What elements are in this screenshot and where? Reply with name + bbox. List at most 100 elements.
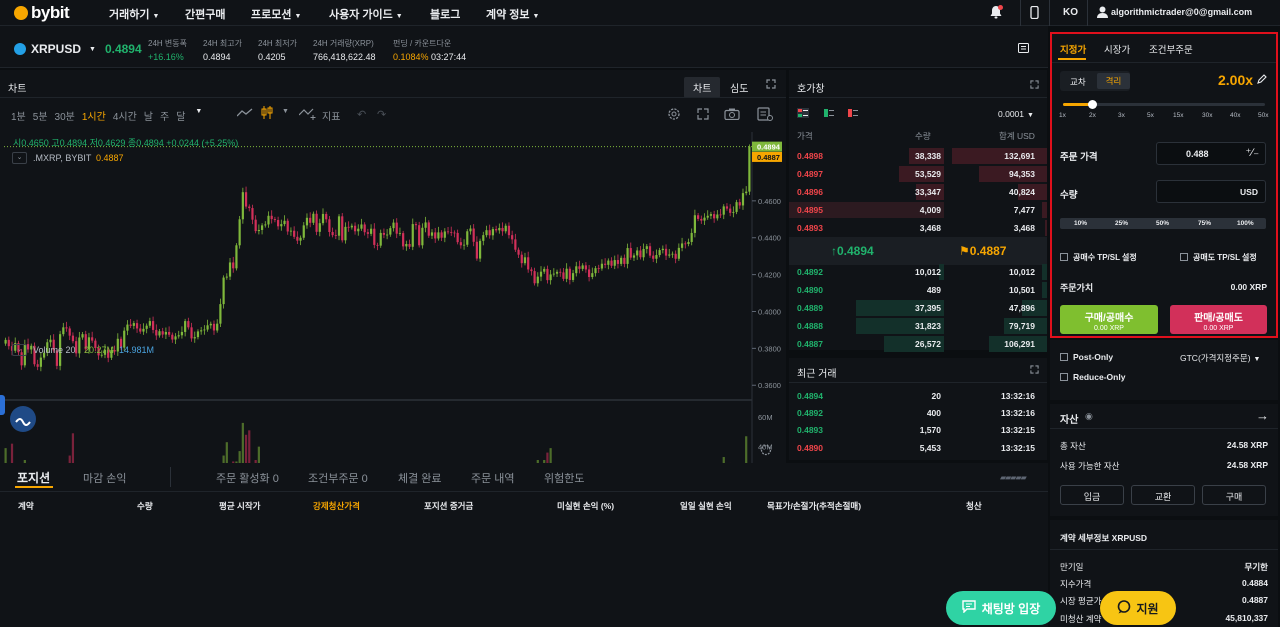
- sell-short-button[interactable]: 판매/공매도 0.00 XRP: [1170, 305, 1267, 334]
- eye-icon[interactable]: ◉: [1085, 411, 1093, 422]
- percent-25[interactable]: 25%: [1115, 220, 1128, 227]
- margin-cross[interactable]: 교차: [1070, 76, 1086, 88]
- view-both-sides-icon[interactable]: [797, 108, 809, 118]
- mobile-phone-icon[interactable]: [1030, 5, 1039, 22]
- bid-row[interactable]: 0.4892 10,012 10,012: [789, 263, 1047, 281]
- fullscreen-icon[interactable]: [697, 108, 709, 123]
- price-input[interactable]: 0.488 ⁺∕₋: [1156, 142, 1266, 165]
- leverage-value[interactable]: 2.00x: [1218, 72, 1253, 88]
- tab-limit[interactable]: 지정가: [1060, 42, 1086, 56]
- bid-row[interactable]: 0.4890 489 10,501: [789, 281, 1047, 299]
- indicator-icon[interactable]: [298, 107, 317, 123]
- interval-1m[interactable]: 1분: [11, 108, 26, 123]
- collapse-volume-button[interactable]: ⌄: [12, 344, 27, 356]
- user-account-icon[interactable]: [1097, 6, 1108, 21]
- tpsl-long-checkbox[interactable]: 공매수 TP/SL 설정: [1060, 252, 1137, 263]
- ask-row[interactable]: 0.4897 53,529 94,353: [789, 165, 1047, 183]
- percent-75[interactable]: 75%: [1198, 220, 1211, 227]
- lev-mark[interactable]: 40x: [1230, 112, 1240, 119]
- redo-icon[interactable]: ↷: [377, 108, 386, 121]
- price-chart[interactable]: 0.36000.38000.40000.42000.44000.460020M4…: [0, 132, 786, 463]
- interval-day[interactable]: 날: [144, 108, 153, 123]
- ask-row[interactable]: 0.4895 4,009 7,477: [789, 201, 1047, 219]
- tradingview-logo[interactable]: [10, 406, 36, 432]
- indicator-button[interactable]: 지표: [322, 108, 340, 123]
- bid-row[interactable]: 0.4888 31,823 79,719: [789, 317, 1047, 335]
- precision-selector[interactable]: 0.0001 ▼: [998, 109, 1034, 119]
- chevron-down-icon[interactable]: ▼: [195, 108, 202, 123]
- lev-mark[interactable]: 3x: [1118, 112, 1125, 119]
- tpsl-short-checkbox[interactable]: 공매도 TP/SL 설정: [1180, 252, 1257, 263]
- tab-order-history[interactable]: 주문 내역: [471, 470, 515, 486]
- buy-crypto-button[interactable]: 구매: [1202, 485, 1266, 505]
- expand-icon[interactable]: [1030, 80, 1039, 92]
- candlestick-type-icon[interactable]: [260, 106, 274, 122]
- nav-contract-info[interactable]: 계약 정보 ▼: [486, 6, 539, 22]
- tab-chart[interactable]: 차트: [684, 77, 721, 98]
- tab-closed-pnl[interactable]: 마감 손익: [83, 470, 127, 486]
- lev-mark[interactable]: 1x: [1059, 112, 1066, 119]
- percent-100[interactable]: 100%: [1237, 220, 1254, 227]
- nav-easy-buy[interactable]: 간편구매: [185, 6, 225, 22]
- nav-user-guide[interactable]: 사용자 가이드 ▼: [329, 6, 403, 22]
- time-in-force-selector[interactable]: GTC(가격지정주문) ▼: [1180, 352, 1260, 364]
- tab-active-orders[interactable]: 주문 활성화 0: [216, 470, 279, 486]
- view-asks-only-icon[interactable]: [847, 108, 859, 121]
- buy-long-button[interactable]: 구매/공매수 0.00 XRP: [1060, 305, 1158, 334]
- deposit-button[interactable]: 입금: [1060, 485, 1124, 505]
- lev-mark[interactable]: 30x: [1202, 112, 1212, 119]
- edit-pencil-icon[interactable]: [1257, 74, 1267, 87]
- chevron-down-icon[interactable]: ▼: [282, 108, 289, 115]
- interval-1h[interactable]: 1시간: [82, 108, 106, 123]
- layout-settings-icon[interactable]: [1018, 43, 1029, 56]
- template-icon[interactable]: [757, 107, 773, 124]
- chat-room-button[interactable]: 채팅방 입장: [946, 591, 1056, 625]
- tab-depth[interactable]: 심도: [730, 80, 748, 95]
- interval-week[interactable]: 주: [160, 108, 169, 123]
- interval-month[interactable]: 달: [176, 108, 185, 123]
- lev-mark[interactable]: 2x: [1089, 112, 1096, 119]
- line-chart-type-icon[interactable]: [236, 108, 253, 121]
- camera-icon[interactable]: [724, 108, 740, 123]
- percent-10[interactable]: 10%: [1074, 220, 1087, 227]
- lev-mark[interactable]: 15x: [1173, 112, 1183, 119]
- price-adjust-icon[interactable]: ⁺∕₋: [1246, 146, 1259, 159]
- nav-trade[interactable]: 거래하기 ▼: [109, 6, 159, 22]
- drag-handle-icon[interactable]: ▰▰▰▰▰: [1000, 473, 1027, 482]
- percent-50[interactable]: 50%: [1156, 220, 1169, 227]
- qty-input[interactable]: USD: [1156, 180, 1266, 203]
- expand-icon[interactable]: [766, 79, 776, 92]
- reduce-only-checkbox[interactable]: Reduce-Only: [1060, 372, 1125, 382]
- collapse-indicator-button[interactable]: ⌄: [12, 152, 27, 164]
- tab-risk-limit[interactable]: 위험한도: [544, 470, 584, 486]
- exchange-button[interactable]: 교환: [1131, 485, 1195, 505]
- undo-icon[interactable]: ↶: [357, 108, 366, 121]
- arrow-right-icon[interactable]: →: [1256, 408, 1269, 423]
- interval-5m[interactable]: 5분: [33, 108, 48, 123]
- leverage-slider-handle[interactable]: [1088, 100, 1097, 109]
- bybit-logo[interactable]: bybit: [14, 3, 70, 23]
- ask-row[interactable]: 0.4896 33,347 40,824: [789, 183, 1047, 201]
- nav-blog[interactable]: 블로그: [430, 6, 460, 22]
- tab-market[interactable]: 시장가: [1104, 42, 1130, 56]
- notification-bell-icon[interactable]: [989, 5, 1003, 23]
- account-email[interactable]: algorithmictrader@0@gmail.com: [1111, 7, 1269, 17]
- nav-promotion[interactable]: 프로모션 ▼: [251, 6, 301, 22]
- lev-mark[interactable]: 50x: [1258, 112, 1268, 119]
- view-bids-only-icon[interactable]: [823, 108, 835, 121]
- bid-row[interactable]: 0.4889 37,395 47,896: [789, 299, 1047, 317]
- side-handle[interactable]: [0, 395, 5, 415]
- settings-gear-icon[interactable]: [667, 107, 681, 124]
- ask-row[interactable]: 0.4893 3,468 3,468: [789, 219, 1047, 237]
- lev-mark[interactable]: 5x: [1147, 112, 1154, 119]
- tab-conditional[interactable]: 조건부주문: [1149, 42, 1193, 56]
- tab-positions[interactable]: 포지션: [17, 469, 50, 486]
- interval-30m[interactable]: 30분: [55, 108, 75, 123]
- chart-settings-gear-icon[interactable]: [760, 444, 772, 459]
- language-selector[interactable]: KO: [1063, 7, 1078, 18]
- ask-row[interactable]: 0.4898 38,338 132,691: [789, 147, 1047, 165]
- tab-filled[interactable]: 체결 완료: [398, 470, 442, 486]
- tab-conditional-orders[interactable]: 조건부주문 0: [308, 470, 368, 486]
- margin-isolated[interactable]: 격리: [1097, 73, 1130, 89]
- bid-row[interactable]: 0.4887 26,572 106,291: [789, 335, 1047, 352]
